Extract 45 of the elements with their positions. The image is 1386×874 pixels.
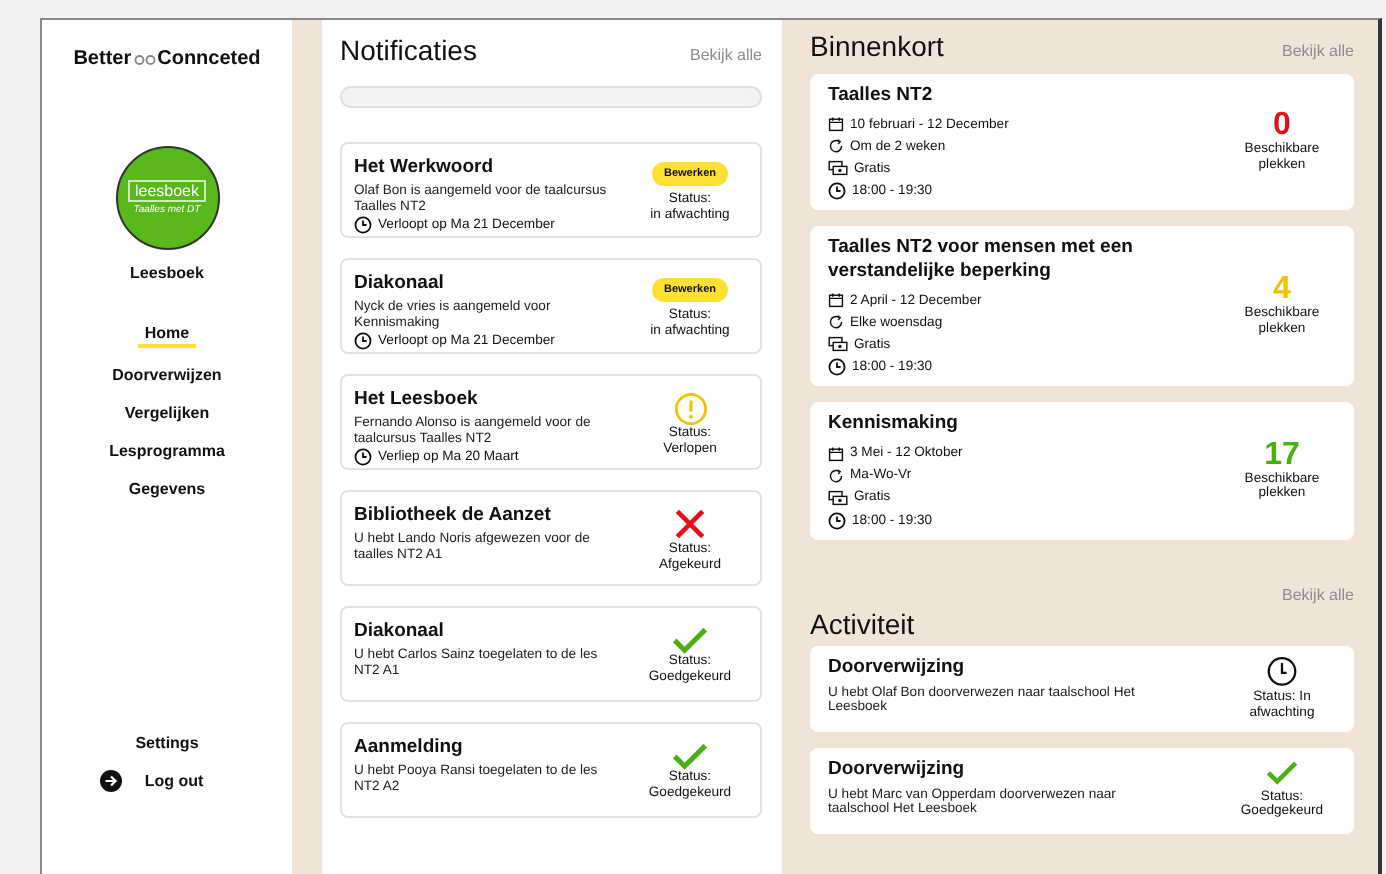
repeat-icon (828, 467, 844, 484)
calendar-icon (828, 116, 844, 133)
calendar-icon (828, 292, 844, 309)
activity-title: Doorverwijzing (828, 655, 967, 678)
nav-link[interactable]: Doorverwijzen (106, 364, 228, 386)
notification-title: Het Leesboek (354, 388, 480, 410)
section-title: Notificaties (340, 34, 477, 66)
arrow-icon[interactable] (100, 770, 123, 792)
repeat-icon (828, 138, 844, 155)
nav-link[interactable]: Lesprogramma (103, 440, 231, 462)
calendar-icon (828, 445, 844, 462)
settings-link[interactable]: Settings (129, 732, 205, 754)
notification-title: Bibliotheek de Aanzet (354, 504, 553, 526)
event-title: Kennismaking (828, 412, 960, 436)
available-count: 0 (1273, 110, 1291, 143)
money-icon (828, 160, 848, 177)
section-title: Activiteit (810, 607, 917, 640)
clock-icon (354, 331, 372, 350)
money-icon (828, 336, 848, 353)
clock-icon (354, 447, 372, 466)
event-title: Taalles NT2 (828, 84, 935, 107)
section-title: Binnenkort (810, 30, 944, 62)
nav-link[interactable]: Vergelijken (118, 402, 216, 424)
repeat-icon (828, 314, 844, 331)
notification-title: Diakonaal (354, 620, 446, 642)
search-field[interactable] (340, 86, 762, 108)
logo-text: Better (73, 48, 132, 70)
notification-title: Aanmelding (354, 736, 465, 758)
activity-title: Doorverwijzing (828, 757, 967, 780)
clock-icon (354, 215, 372, 234)
notification-title: Het Werkwoord (354, 156, 496, 178)
clock-icon (828, 358, 846, 377)
logout-link[interactable]: Log out (138, 770, 210, 792)
event-title: Taalles NT2 voor mensen met een verstandelijke beperking (828, 236, 1135, 283)
nav-link[interactable]: Home (138, 322, 196, 348)
nav-link[interactable]: Gegevens (122, 478, 212, 500)
notification-title: Diakonaal (354, 272, 446, 294)
available-count: 4 (1273, 274, 1291, 307)
available-count: 17 (1264, 439, 1300, 472)
money-icon (828, 489, 848, 506)
account-name: Leesboek (130, 264, 204, 282)
logo-text: Connceted (157, 48, 261, 70)
link-icon (133, 53, 156, 65)
clock-icon (828, 511, 846, 530)
clock-icon (828, 182, 846, 201)
